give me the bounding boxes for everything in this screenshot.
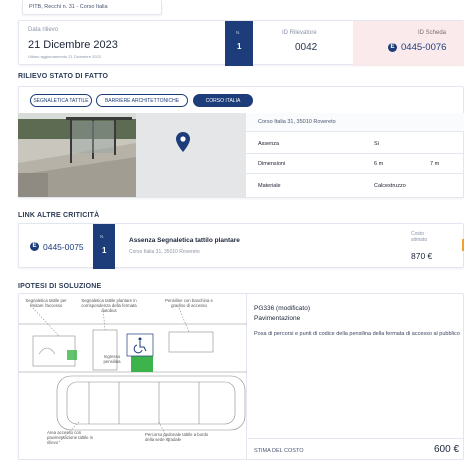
solution-cost-value: 600 € bbox=[434, 444, 460, 455]
date-value: 21 Dicembre 2023 bbox=[28, 39, 118, 51]
address-row: Corso Italia 31, 35010 Rovereto bbox=[246, 113, 464, 132]
row-label: Dimensioni bbox=[258, 161, 286, 167]
sheet-value: 0445-0076 bbox=[401, 42, 447, 53]
solution-description: Posa di percorsi e punti di codice della… bbox=[254, 331, 460, 337]
row-value: Calcestruzzo bbox=[374, 182, 406, 189]
link-card[interactable]: E 0445-0075 N. 1 Assenza Segnaletica tat… bbox=[18, 223, 464, 269]
link-title: Assenza Segnaletica tattilo plantare bbox=[129, 237, 240, 244]
table-row: Dimensioni 6 m 7 m bbox=[246, 155, 464, 174]
breadcrumb[interactable]: PITB, Recchi n. 31 - Corso Italia bbox=[29, 4, 108, 10]
plan-label: Segnaletica tattile per limitare l'acces… bbox=[25, 298, 67, 308]
breadcrumb-bar: PITB, Recchi n. 31 - Corso Italia bbox=[22, 0, 162, 15]
link-cost-value: 870 € bbox=[411, 251, 433, 261]
map-pin-icon bbox=[176, 132, 190, 152]
id-badge-icon: E bbox=[388, 43, 397, 52]
table-row: Materiale Calcestruzzo bbox=[246, 176, 464, 195]
plan-label: Segnaletica tattile plantare in corrispo… bbox=[81, 298, 137, 313]
address-text: Corso Italia 31, 35010 Rovereto bbox=[258, 119, 336, 125]
row-label: Assenza bbox=[258, 141, 280, 147]
link-counter-label: N. bbox=[100, 234, 105, 239]
link-subtitle: Corso Italia 31, 35010 Rovereto bbox=[129, 249, 200, 255]
date-sub: Ultimo aggiornamento 21 Dicembre 2023 bbox=[28, 54, 101, 59]
id-badge-icon: E bbox=[30, 242, 39, 251]
counter-box: N. 1 bbox=[225, 21, 253, 66]
chip-street[interactable]: CORSO ITALIA bbox=[193, 94, 253, 107]
sheet-box: ID Scheda E 0445-0076 bbox=[353, 21, 464, 66]
solution-code: PG336 (modificato) bbox=[254, 305, 310, 312]
row-extra: 7 m bbox=[430, 161, 440, 167]
chip-barriers[interactable]: BARRIERE ARCHITETTONICHE bbox=[96, 94, 188, 107]
row-value: Si bbox=[374, 141, 379, 147]
solution-cost-divider bbox=[248, 438, 464, 439]
solution-cost-label: STIMA DEL COSTO bbox=[254, 448, 304, 454]
plan-label: Pensiline con banchina e gradino di acce… bbox=[165, 298, 213, 308]
plan-label: Percorso pedonale tattile a bordo della … bbox=[145, 432, 209, 442]
row-label: Materiale bbox=[258, 182, 281, 189]
plan-label: Ingresso pensilina bbox=[103, 354, 121, 364]
solution-plan: Segnaletica tattile per limitare l'acces… bbox=[19, 294, 247, 459]
plan-label: Area accesso con pavimentazione tattile … bbox=[47, 430, 94, 445]
link-counter-value: 1 bbox=[102, 246, 107, 255]
chip-barriers-label: BARRIERE ARCHITETTONICHE bbox=[104, 97, 180, 104]
survey-label: ID Rilevatore bbox=[282, 30, 317, 36]
row-value: 6 m bbox=[374, 161, 384, 167]
counter-value: 1 bbox=[237, 42, 242, 51]
counter-label: N. bbox=[236, 30, 241, 35]
site-photo bbox=[18, 113, 136, 197]
header-card: Data rilievo 21 Dicembre 2023 Ultimo agg… bbox=[18, 20, 464, 66]
link-counter-box: N. 1 bbox=[93, 224, 115, 269]
solution-title: Pavimentazione bbox=[254, 315, 301, 322]
chip-signage[interactable]: SEGNALETICA TATTILE bbox=[30, 94, 92, 107]
section-link-title: LINK ALTRE CRITICITÀ bbox=[18, 212, 100, 219]
section-solution-title: IPOTESI DI SOLUZIONE bbox=[18, 283, 102, 290]
table-row: Assenza Si bbox=[246, 135, 464, 154]
sheet-label: ID Scheda bbox=[418, 30, 447, 36]
section-state-title: RILIEVO STATO DI FATTO bbox=[18, 73, 109, 80]
link-cost-label: Costo stimato bbox=[411, 231, 428, 243]
location-map[interactable] bbox=[136, 113, 246, 197]
link-id[interactable]: 0445-0075 bbox=[43, 242, 84, 252]
survey-value: 0042 bbox=[295, 42, 318, 53]
chip-signage-label: SEGNALETICA TATTILE bbox=[33, 97, 89, 104]
chip-street-label: CORSO ITALIA bbox=[205, 97, 241, 104]
date-label: Data rilievo bbox=[28, 27, 59, 33]
